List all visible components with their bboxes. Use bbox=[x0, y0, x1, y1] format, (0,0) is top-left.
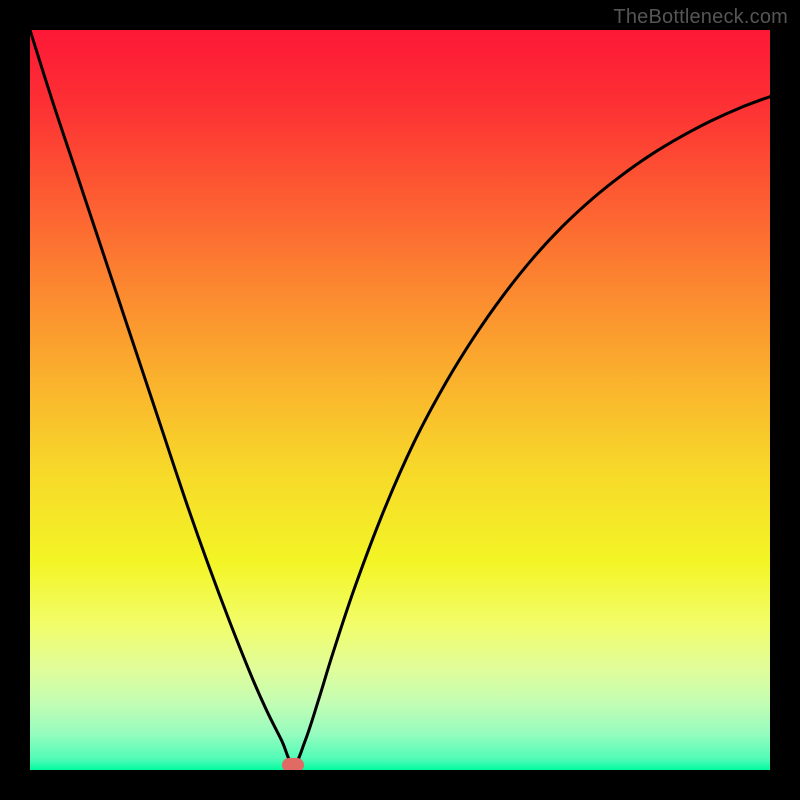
chart-frame: TheBottleneck.com bbox=[0, 0, 800, 800]
optimal-point-marker bbox=[282, 758, 304, 770]
curve-layer bbox=[30, 30, 770, 770]
plot-area bbox=[30, 30, 770, 770]
bottleneck-curve bbox=[30, 30, 770, 765]
watermark-text: TheBottleneck.com bbox=[613, 6, 788, 29]
